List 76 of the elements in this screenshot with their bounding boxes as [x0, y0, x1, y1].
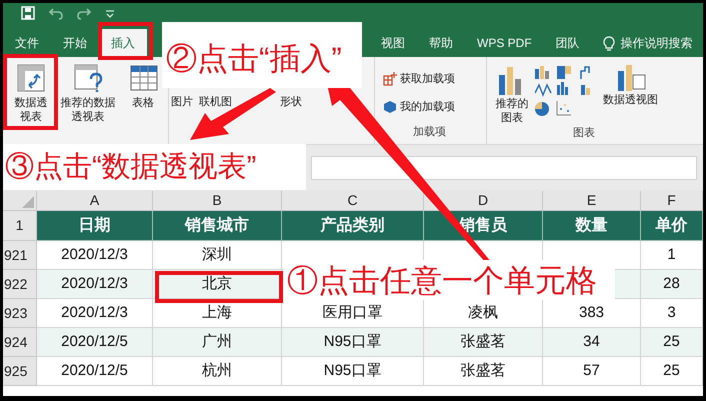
group-label: 加载项 [413, 124, 447, 140]
store-icon [383, 72, 397, 86]
table-cell: 医用口罩 [282, 299, 424, 328]
column-header[interactable]: B [153, 191, 282, 211]
customize-icon[interactable] [105, 8, 115, 18]
table-cell: 张盛茗 [424, 357, 543, 386]
table-cell: 25 [641, 357, 703, 386]
ribbon-tab[interactable]: 插入 [99, 29, 147, 57]
ribbon-button[interactable]: 数据透视图 [603, 63, 658, 107]
table-header-cell: 销售城市 [153, 211, 282, 241]
table-cell: 57 [543, 357, 641, 386]
ribbon-tab[interactable]: 文件 [3, 29, 51, 57]
table-cell: 383 [543, 299, 641, 328]
table-cell: 25 [641, 328, 703, 357]
ribbon-button[interactable]: 联机图 [199, 95, 232, 109]
table-cell: 2020/12/3 [37, 299, 153, 328]
callout-text: ②点击“插入” [166, 42, 342, 74]
tell-me-search[interactable]: 操作说明搜索 [620, 34, 693, 52]
ribbon-button[interactable]: 推荐的图表 [495, 63, 529, 125]
table-header-cell: 数量 [543, 211, 641, 241]
formula-bar[interactable] [311, 156, 697, 180]
table-cell: 2020/12/5 [37, 357, 153, 386]
table-header-cell: 单价 [641, 211, 703, 241]
redo-icon[interactable] [77, 6, 91, 20]
ribbon-tab[interactable]: 帮助 [417, 29, 465, 57]
save-icon[interactable] [21, 6, 35, 20]
column-header[interactable]: A [37, 191, 153, 211]
ribbon-tab[interactable]: 视图 [369, 29, 417, 57]
ribbon-button[interactable]: 获取加载项 [383, 65, 486, 93]
table-icon [128, 63, 158, 93]
table-cell: N95口罩 [282, 357, 424, 386]
table-cell: 2020/12/3 [37, 241, 153, 270]
ribbon-tab[interactable]: 团队 [544, 29, 592, 57]
table-cell: 深圳 [153, 241, 282, 270]
column-header[interactable]: C [282, 191, 424, 211]
ribbon-button[interactable]: 形状 [280, 95, 302, 109]
table-cell: 1 [641, 241, 703, 270]
pivot-icon [16, 63, 46, 93]
row-header[interactable]: 1 [3, 211, 37, 241]
lightbulb-icon [602, 36, 616, 50]
callout-text: ③点击“数据透视表” [5, 152, 256, 182]
table-cell: 广州 [153, 328, 282, 357]
row-header[interactable]: 924 [3, 328, 37, 357]
column-header[interactable]: D [424, 191, 543, 211]
pivot-chart-icon [616, 63, 646, 93]
undo-icon[interactable] [49, 6, 63, 20]
column-header[interactable]: E [543, 191, 641, 211]
group-label: 图表 [573, 126, 596, 141]
table-cell: 34 [543, 328, 641, 357]
row-header[interactable]: 923 [3, 299, 37, 328]
cube-icon [383, 100, 397, 114]
ribbon-button[interactable]: 表格 [125, 63, 161, 110]
ribbon-button[interactable]: 推荐的数据透视表 [59, 63, 117, 124]
ribbon-button[interactable]: 我的加载项 [383, 93, 486, 121]
row-header[interactable]: 922 [3, 270, 37, 299]
recommended-icon [73, 63, 103, 93]
row-header[interactable]: 925 [3, 357, 37, 386]
table-cell: N95口罩 [282, 328, 424, 357]
table-cell: 28 [641, 270, 703, 299]
table-cell: 2020/12/3 [37, 270, 153, 299]
column-header[interactable]: F [641, 191, 703, 211]
ribbon-tab[interactable]: WPS PDF [465, 29, 544, 57]
table-header-cell: 产品类别 [282, 211, 424, 241]
table-cell: 2020/12/5 [37, 328, 153, 357]
chart-types-icon[interactable] [535, 65, 591, 117]
table-cell: 张盛茗 [424, 328, 543, 357]
table-header-cell: 日期 [37, 211, 153, 241]
table-cell: 杭州 [153, 357, 282, 386]
highlight-frame [98, 22, 153, 60]
ribbon-button[interactable]: 图片 [171, 95, 193, 109]
callout-text: ①点击任意一个单元格 [287, 264, 597, 296]
table-cell: 凌枫 [424, 299, 543, 328]
table-cell: 3 [641, 299, 703, 328]
ribbon-tab[interactable]: 开始 [51, 29, 99, 57]
ribbon-button[interactable]: 数据透视表 [11, 63, 51, 124]
row-header[interactable]: 921 [3, 241, 37, 270]
